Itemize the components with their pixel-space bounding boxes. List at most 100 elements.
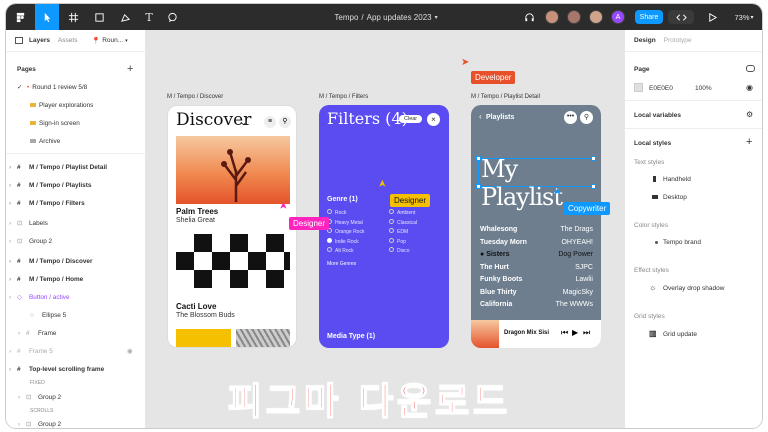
layer-label: M / Tempo / Playlist Detail (29, 163, 108, 171)
genre-option[interactable]: Rock (327, 209, 364, 219)
variables-icon[interactable]: ⚙ (746, 110, 753, 119)
sidebar-toggle-icon[interactable] (15, 37, 23, 44)
share-button[interactable]: Share (635, 10, 663, 24)
eye-icon[interactable]: ◉ (746, 83, 753, 92)
grid-style-item[interactable]: Grid update (663, 331, 697, 338)
layer-item[interactable]: › # M / Tempo / Filters (6, 195, 146, 211)
pen-tool-icon[interactable] (114, 4, 136, 30)
track-row[interactable]: Blue Thirty MagicSky (480, 287, 593, 300)
page-item[interactable]: Archive (6, 133, 146, 149)
layer-item[interactable]: › # M / Tempo / Playlists (6, 177, 146, 193)
close-icon[interactable]: × (427, 113, 440, 126)
page-color-opacity[interactable]: 100% (695, 85, 712, 92)
tab-design[interactable]: Design (634, 37, 656, 44)
genre-label: Disco (397, 248, 410, 254)
page-item[interactable]: ✓ • Round 1 review 5/8 (6, 79, 146, 95)
layer-item[interactable]: › # Frame (6, 325, 146, 341)
avatar[interactable] (589, 10, 603, 24)
text-tool-icon[interactable]: T (140, 4, 158, 30)
layer-item[interactable]: › # Frame 5 ◉ (6, 343, 146, 359)
layer-item[interactable]: › ◇ Button / active (6, 289, 146, 305)
playlist-detail-frame[interactable]: ‹ Playlists ••• ⚲ My Playlist Whalesong T… (471, 105, 601, 348)
figma-menu-icon[interactable] (8, 4, 32, 30)
add-page-icon[interactable]: + (127, 63, 133, 75)
filters-frame[interactable]: Filters (4) Clear × Genre (1) Rock Heavy… (319, 105, 449, 348)
frame-label[interactable]: M / Tempo / Filters (319, 94, 368, 100)
genre-option[interactable]: Heavy Metal (327, 218, 364, 229)
layer-item[interactable]: ○ Ellipse 5 (6, 307, 146, 323)
discover-frame[interactable]: Discover ⌄ ≡ ⚲ Palm Trees Shelia Great C… (167, 105, 297, 348)
album-art[interactable] (176, 136, 290, 204)
page-item[interactable]: Player explorations (6, 97, 146, 113)
genre-label: EDM (397, 229, 409, 235)
track-row[interactable]: California The WWWs (480, 299, 593, 312)
genre-option[interactable]: Alt Rock (327, 247, 364, 257)
back-icon[interactable]: ‹ (479, 112, 482, 121)
genre-option[interactable]: Disco (389, 247, 417, 257)
track-row[interactable]: Whalesong The Drags (480, 224, 593, 237)
clear-button[interactable]: Clear (399, 115, 423, 123)
track-row[interactable]: Funky Boots Lawlii (480, 274, 593, 287)
tab-prototype[interactable]: Prototype (664, 37, 692, 44)
play-icon[interactable] (705, 4, 719, 30)
now-playing-title: Dragon Mix Sisi (504, 330, 550, 336)
page-color-hex[interactable]: E0E0E0 (649, 85, 673, 92)
color-style-item[interactable]: Tempo brand (663, 239, 701, 246)
current-page-dropdown[interactable]: Roun... (102, 37, 123, 44)
add-style-icon[interactable]: + (746, 136, 752, 148)
tab-layers[interactable]: Layers (29, 37, 50, 44)
comment-tool-icon[interactable] (162, 4, 182, 30)
genre-option[interactable]: EDM (389, 228, 417, 238)
eye-icon[interactable]: ◉ (127, 347, 133, 355)
more-icon[interactable]: ••• (564, 111, 577, 124)
more-genres-link[interactable]: More Genres (327, 261, 356, 267)
filter-icon[interactable]: ≡ (264, 116, 276, 128)
mini-player[interactable]: Dragon Mix Sisi ⏮ ▶ ⏭ (471, 320, 601, 348)
genre-option[interactable]: Classical (389, 218, 417, 229)
layer-item[interactable]: › # M / Tempo / Home (6, 271, 146, 287)
text-style-item[interactable]: Handheld (663, 176, 691, 183)
search-icon[interactable]: ⚲ (580, 111, 593, 124)
avatar[interactable] (545, 10, 559, 24)
genre-option[interactable]: Indie Rock (327, 237, 364, 248)
shape-tool-icon[interactable] (88, 4, 110, 30)
page-item[interactable]: Sign-in screen (6, 115, 146, 131)
album-art-yellow[interactable] (176, 329, 231, 347)
album-art-gray[interactable] (236, 329, 290, 347)
frame-tool-icon[interactable] (62, 4, 84, 30)
page-color-swatch[interactable] (634, 83, 643, 92)
frame-label[interactable]: M / Tempo / Playlist Detail (471, 94, 540, 100)
frame-label[interactable]: M / Tempo / Discover (167, 94, 223, 100)
layer-item[interactable]: › # M / Tempo / Playlist Detail (6, 159, 146, 175)
headphones-icon[interactable] (521, 4, 537, 30)
layer-item[interactable]: › # M / Tempo / Discover (6, 253, 146, 269)
file-title[interactable]: Tempo / App updates 2023 ▾ (306, 4, 466, 30)
layer-item[interactable]: › ⊡ Group 2 (6, 416, 146, 429)
track-row[interactable]: The Hurt SJPC (480, 262, 593, 275)
track-row[interactable]: ● Sisters Dog Power (480, 249, 593, 262)
effect-style-item[interactable]: Overlay drop shadow (663, 285, 724, 292)
layer-item[interactable]: › ⊡ Labels (6, 215, 146, 231)
genre-option[interactable]: Ambient (389, 209, 417, 219)
avatar[interactable] (567, 10, 581, 24)
design-canvas[interactable]: M / Tempo / Discover M / Tempo / Filters… (146, 30, 624, 428)
genre-option[interactable]: Orange Rock (327, 228, 364, 238)
play-icon[interactable]: ▶ (572, 328, 578, 337)
layer-item[interactable]: › ⊡ Group 2 (6, 233, 146, 249)
toggle-icon[interactable] (746, 65, 755, 72)
zoom-level[interactable]: 73% ▾ (730, 4, 758, 30)
tab-assets[interactable]: Assets (58, 37, 78, 44)
search-icon[interactable]: ⚲ (279, 116, 291, 128)
avatar[interactable]: A (611, 10, 625, 24)
album-art-checker[interactable] (176, 234, 290, 288)
back-label[interactable]: Playlists (486, 114, 514, 121)
text-style-item[interactable]: Desktop (663, 194, 687, 201)
genre-column-1: Rock Heavy Metal Orange Rock Indie Rock … (327, 209, 364, 257)
genre-option[interactable]: Pop (389, 237, 417, 248)
next-icon[interactable]: ⏭ (583, 328, 590, 338)
local-variables-heading[interactable]: Local variables (634, 112, 681, 119)
move-tool-icon[interactable] (35, 4, 59, 30)
track-row[interactable]: Tuesday Morn OHYEAH! (480, 237, 593, 250)
code-mode-icon[interactable] (668, 10, 694, 24)
previous-icon[interactable]: ⏮ (561, 328, 568, 338)
